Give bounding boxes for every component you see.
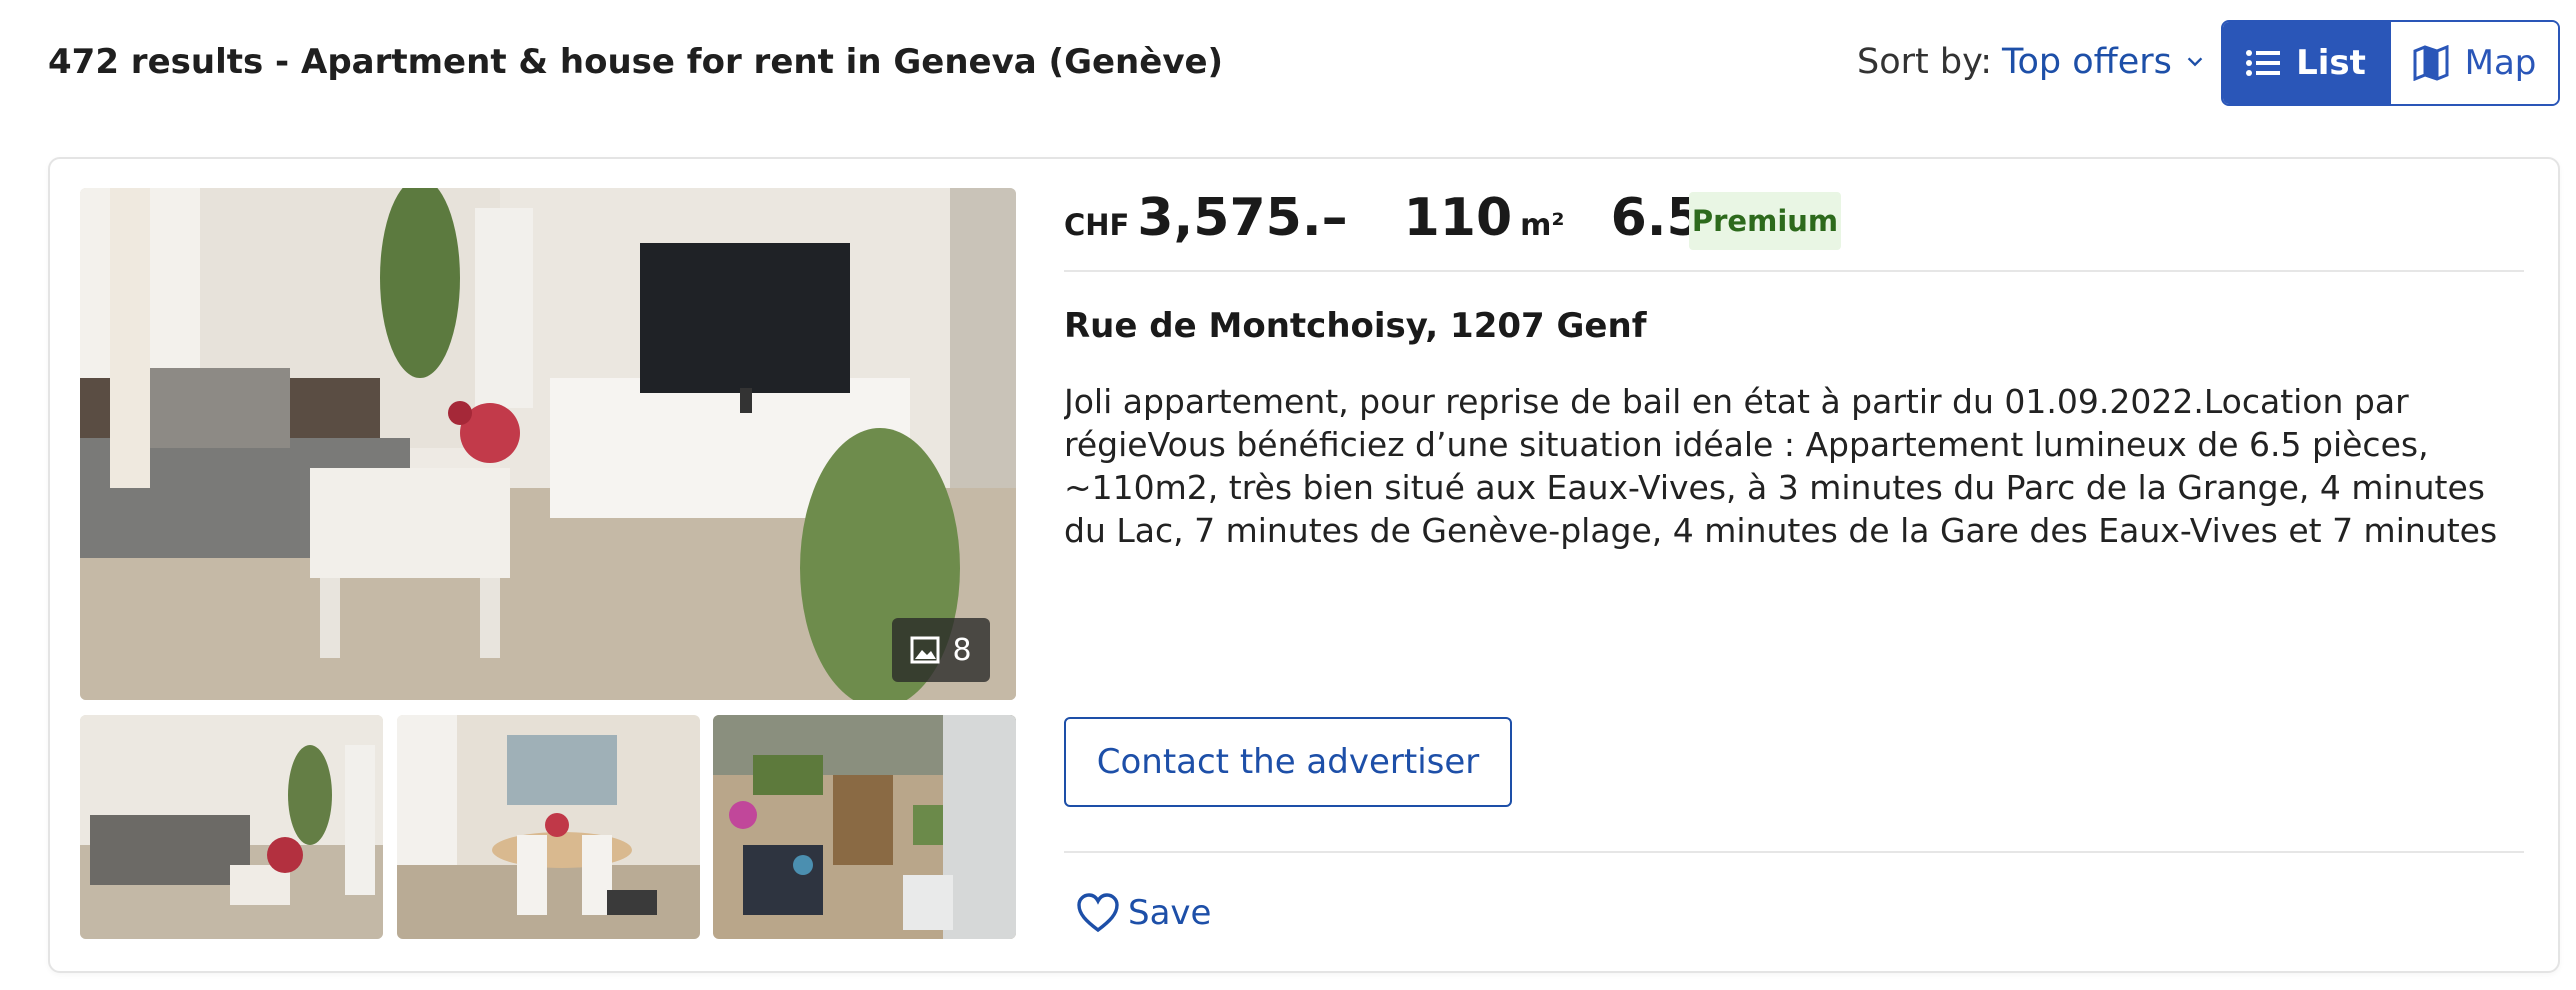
list-view-button[interactable]: List — [2223, 22, 2389, 104]
view-toggle: List Map — [2221, 20, 2560, 106]
photo-count: 8 — [952, 632, 972, 668]
divider — [1064, 270, 2524, 272]
price-currency: CHF — [1064, 208, 1130, 242]
main-photo[interactable] — [80, 188, 1016, 700]
save-button[interactable]: Save — [1076, 893, 1211, 933]
photo-count-badge[interactable]: 8 — [892, 618, 990, 682]
list-icon — [2246, 50, 2281, 76]
living-room-photo — [80, 188, 1016, 700]
contact-advertiser-button[interactable]: Contact the advertiser — [1064, 717, 1512, 807]
heart-icon — [1077, 893, 1119, 933]
sort-dropdown[interactable]: Sort by: Top offers — [1857, 42, 2206, 82]
listing-address[interactable]: Rue de Montchoisy, 1207 Genf — [1064, 306, 1646, 346]
price-row: CHF 3,575.– 110 m² 6.5 rm — [1064, 188, 1757, 248]
price-value: 3,575.– — [1137, 188, 1348, 248]
chevron-down-icon — [2187, 57, 2203, 67]
thumbnail-living-room — [80, 715, 383, 939]
thumbnail-2[interactable] — [397, 715, 700, 939]
thumbnail-3[interactable] — [713, 715, 1016, 939]
thumbnail-balcony — [713, 715, 1016, 939]
listing-description: Joli appartement, pour reprise de bail e… — [1064, 382, 2498, 550]
map-view-button[interactable]: Map — [2389, 22, 2558, 104]
thumbnail-1[interactable] — [80, 715, 383, 939]
divider — [1064, 851, 2524, 853]
results-title: 472 results - Apartment & house for rent… — [48, 42, 1224, 82]
sort-label: Sort by: — [1857, 42, 1993, 82]
map-view-label: Map — [2464, 43, 2537, 83]
sort-value[interactable]: Top offers — [2002, 42, 2172, 82]
save-label: Save — [1128, 893, 1212, 933]
area-value: 110 — [1403, 188, 1513, 248]
image-icon — [910, 636, 940, 664]
list-view-label: List — [2296, 43, 2366, 83]
area-unit: m² — [1520, 208, 1565, 243]
thumbnail-dining-room — [397, 715, 700, 939]
premium-badge: Premium — [1689, 192, 1841, 250]
map-icon — [2413, 45, 2449, 81]
